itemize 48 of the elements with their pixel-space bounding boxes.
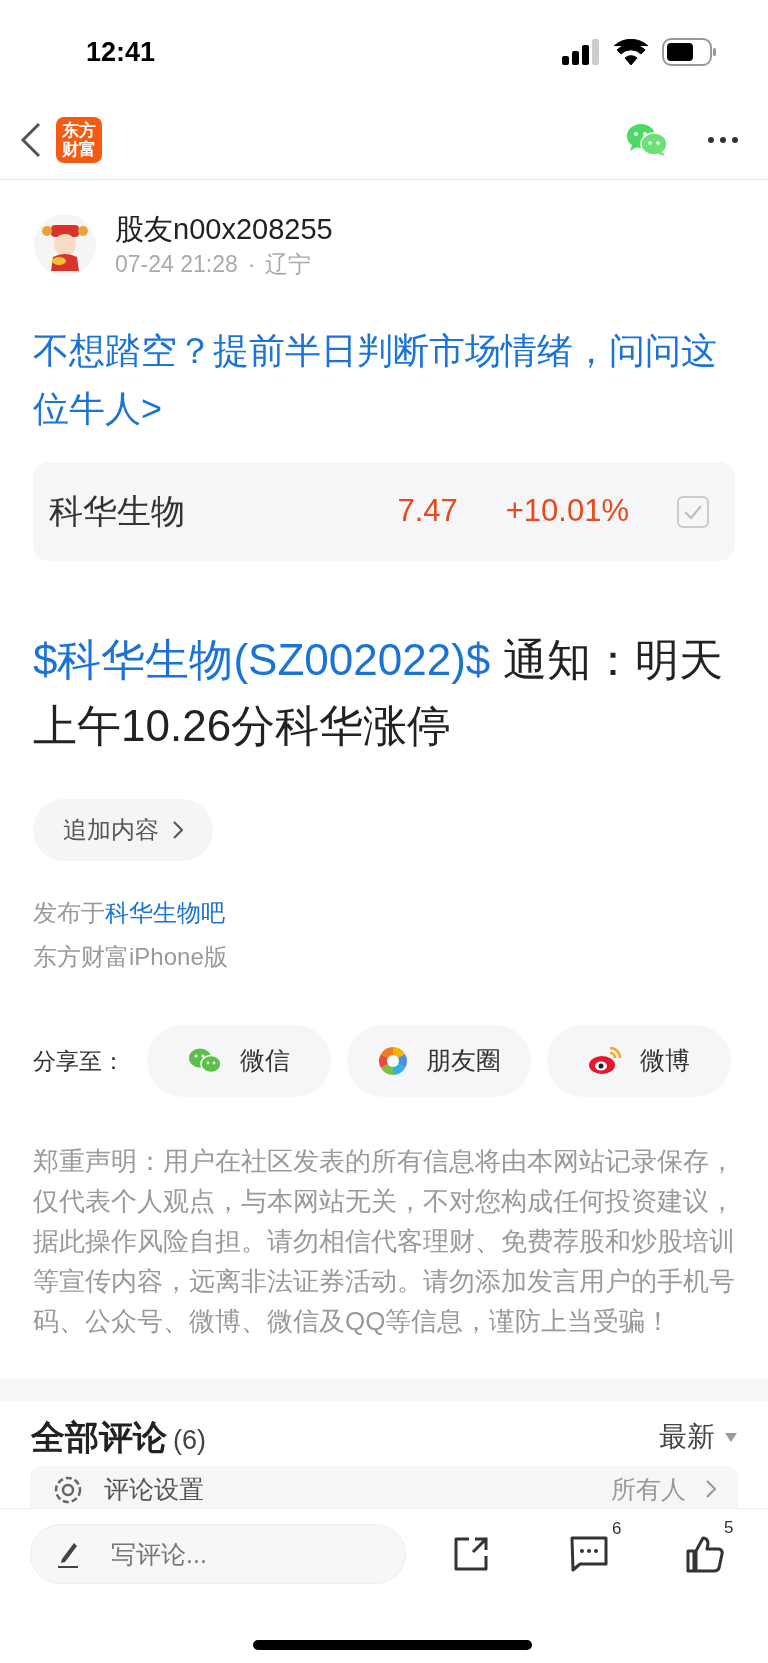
separator-dot: · — [247, 250, 256, 279]
comment-count: (6) — [173, 1423, 206, 1457]
comment-settings-row[interactable]: 评论设置 所有人 — [30, 1466, 738, 1508]
comment-icon[interactable] — [570, 1536, 608, 1572]
promo-link[interactable]: 不想踏空？提前半日判断市场情绪，问问这位牛人> — [33, 322, 735, 438]
battery-icon — [662, 38, 718, 66]
stock-link[interactable]: $科华生物(SZ002022)$ — [33, 635, 491, 684]
stock-name: 科华生物 — [49, 491, 186, 532]
wechat-icon — [188, 1047, 222, 1075]
share-button[interactable]: 微博 — [547, 1025, 731, 1097]
app-logo: 东方 财富 — [56, 116, 102, 163]
signal-icon — [562, 39, 600, 65]
back-icon[interactable] — [20, 121, 42, 158]
avatar — [33, 213, 97, 277]
stock-card[interactable]: 科华生物 7.47 +10.01% — [33, 462, 735, 561]
thumbs-up-icon[interactable] — [686, 1535, 724, 1573]
append-content-button[interactable]: 追加内容 — [33, 799, 213, 861]
status-time: 12:41 — [86, 35, 156, 69]
comments-title: 全部评论 — [31, 1416, 167, 1458]
share-button[interactable]: 朋友圈 — [347, 1025, 531, 1097]
share-label: 分享至： — [33, 1046, 126, 1076]
sort-dropdown[interactable]: 最新 — [659, 1416, 737, 1458]
chevron-icon — [706, 1480, 716, 1498]
settings-label: 评论设置 — [104, 1474, 205, 1504]
weibo-icon — [588, 1046, 622, 1076]
forum-link[interactable]: 科华生物吧 — [105, 899, 225, 926]
chevron-icon — [173, 821, 183, 839]
like-count: 5 — [724, 1517, 734, 1539]
post-title: $科华生物(SZ002022)$ 通知：明天上午10.26分科华涨停 — [33, 634, 724, 752]
share-button[interactable]: 微信 — [147, 1025, 331, 1097]
checkbox[interactable] — [677, 495, 709, 528]
settings-value: 所有人 — [611, 1474, 686, 1504]
comment-count-label: 6 — [612, 1518, 622, 1540]
stock-price: 7.47 — [397, 492, 458, 531]
comment-input[interactable]: 写评论... — [30, 1524, 406, 1584]
post-location: 辽宁 — [265, 250, 312, 279]
wifi-icon — [614, 39, 648, 65]
more-icon[interactable] — [708, 136, 738, 143]
post-date: 07-24 21:28 — [115, 250, 238, 279]
stock-change: +10.01% — [505, 492, 629, 531]
disclaimer-text: 郑重声明：用户在社区发表的所有信息将由本网站记录保存，仅代表个人观点，与本网站无关，不对您构成任何投资建议，据此操作风险自担。请勿相信代客理财、免费荐股和炒股培训等宣传内容，远离非法证券活动。请勿添加发言用户的手机号码、公众号、微博、微信及QQ等信息，谨防上当受骗！ — [33, 1145, 735, 1338]
settings-icon — [52, 1474, 84, 1506]
dropdown-icon — [725, 1432, 737, 1442]
share-icon[interactable] — [453, 1536, 489, 1572]
published-in: 发布于科华生物吧 — [33, 898, 226, 928]
post-source: 东方财富iPhone版 — [33, 942, 229, 972]
username[interactable]: 股友n00x208255 — [115, 210, 333, 248]
aperture-icon — [377, 1046, 408, 1076]
